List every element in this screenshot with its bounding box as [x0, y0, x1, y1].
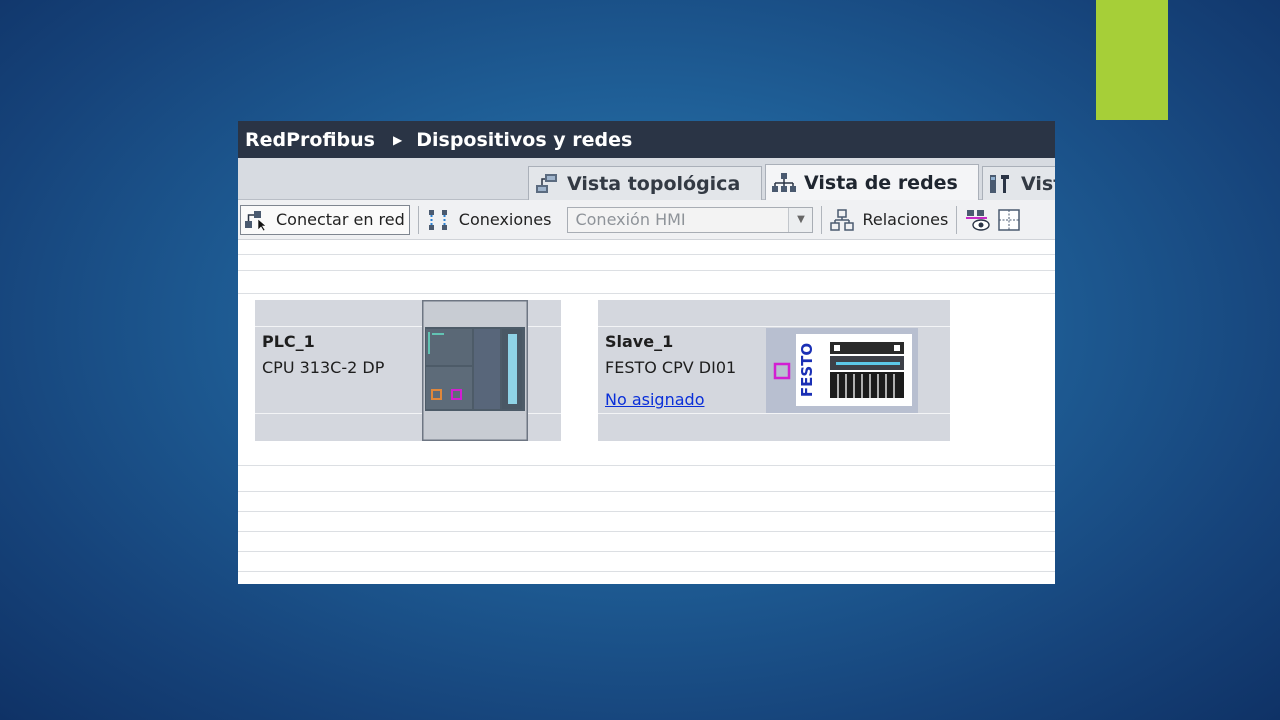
breadcrumb: RedProfibus ▶ Dispositivos y redes: [238, 121, 1055, 158]
tab-network-label: Vista de redes: [804, 172, 958, 194]
connect-network-label: Conectar en red: [276, 210, 405, 229]
grid-line: [238, 293, 1055, 294]
chevron-down-icon[interactable]: ▼: [788, 207, 813, 232]
toolbar-separator: [821, 205, 823, 234]
breadcrumb-project[interactable]: RedProfibus: [245, 129, 375, 151]
grid-icon: [998, 208, 1021, 231]
relations-button[interactable]: Relaciones: [830, 205, 948, 235]
grid-line: [238, 270, 1055, 271]
grid-line: [238, 465, 1055, 466]
tia-portal-screenshot: RedProfibus ▶ Dispositivos y redes Vista…: [238, 121, 1055, 584]
not-assigned-link[interactable]: No asignado: [605, 387, 736, 413]
device-name[interactable]: Slave_1: [605, 329, 736, 355]
tab-topology-label: Vista topológica: [567, 172, 741, 195]
tab-device-view[interactable]: Vista: [982, 166, 1055, 200]
accent-bar: [1096, 0, 1168, 120]
tab-topology-view[interactable]: Vista topológica: [528, 166, 762, 200]
breadcrumb-page: Dispositivos y redes: [416, 128, 633, 151]
connections-label: Conexiones: [458, 210, 552, 229]
view-tabs: Vista topológica Vista de redes Vista: [238, 158, 1055, 201]
connect-network-button[interactable]: Conectar en red: [240, 204, 410, 235]
grid-line: [238, 531, 1055, 532]
topology-icon: [536, 173, 557, 193]
toolbar-separator: [956, 205, 958, 234]
network-eye-icon: [966, 209, 991, 231]
device-model: FESTO CPV DI01: [605, 358, 737, 377]
show-address-button[interactable]: [965, 205, 997, 235]
device-model: CPU 313C-2 DP: [262, 358, 385, 377]
device-plc[interactable]: PLC_1 CPU 313C-2 DP: [255, 300, 561, 441]
device-name[interactable]: PLC_1: [262, 329, 384, 355]
connection-type-select[interactable]: Conexión HMI ▼: [567, 206, 814, 233]
connections-button[interactable]: Conexiones: [427, 205, 552, 235]
device-slave[interactable]: Slave_1 FESTO CPV DI01 No asignado FESTO: [598, 300, 950, 441]
festo-logo-text: FESTO: [798, 343, 816, 397]
relations-icon: [830, 208, 855, 231]
network-canvas[interactable]: PLC_1 CPU 313C-2 DP Slave_1 FESTO CPV DI…: [238, 240, 1055, 583]
grid-line: [238, 491, 1055, 492]
toolbar-separator: [417, 205, 419, 234]
grid-line: [238, 571, 1055, 572]
breadcrumb-arrow-icon: ▶: [393, 132, 403, 147]
connections-icon: [428, 209, 447, 230]
network-icon: [772, 173, 796, 192]
connection-type-value: Conexión HMI: [575, 210, 686, 229]
relations-label: Relaciones: [862, 210, 949, 229]
plc-module-image: [422, 300, 528, 441]
grid-line: [238, 511, 1055, 512]
tab-device-label: Vista: [1021, 172, 1055, 195]
festo-module-image: FESTO: [766, 328, 918, 413]
tab-network-view[interactable]: Vista de redes: [765, 164, 979, 201]
grid-line: [238, 254, 1055, 255]
grid-line: [238, 551, 1055, 552]
connect-network-icon: [245, 210, 267, 231]
device-view-icon: [990, 174, 1009, 193]
grid-view-button[interactable]: [997, 205, 1027, 235]
toolbar: Conectar en red Conexiones Conexión HMI …: [238, 200, 1055, 240]
